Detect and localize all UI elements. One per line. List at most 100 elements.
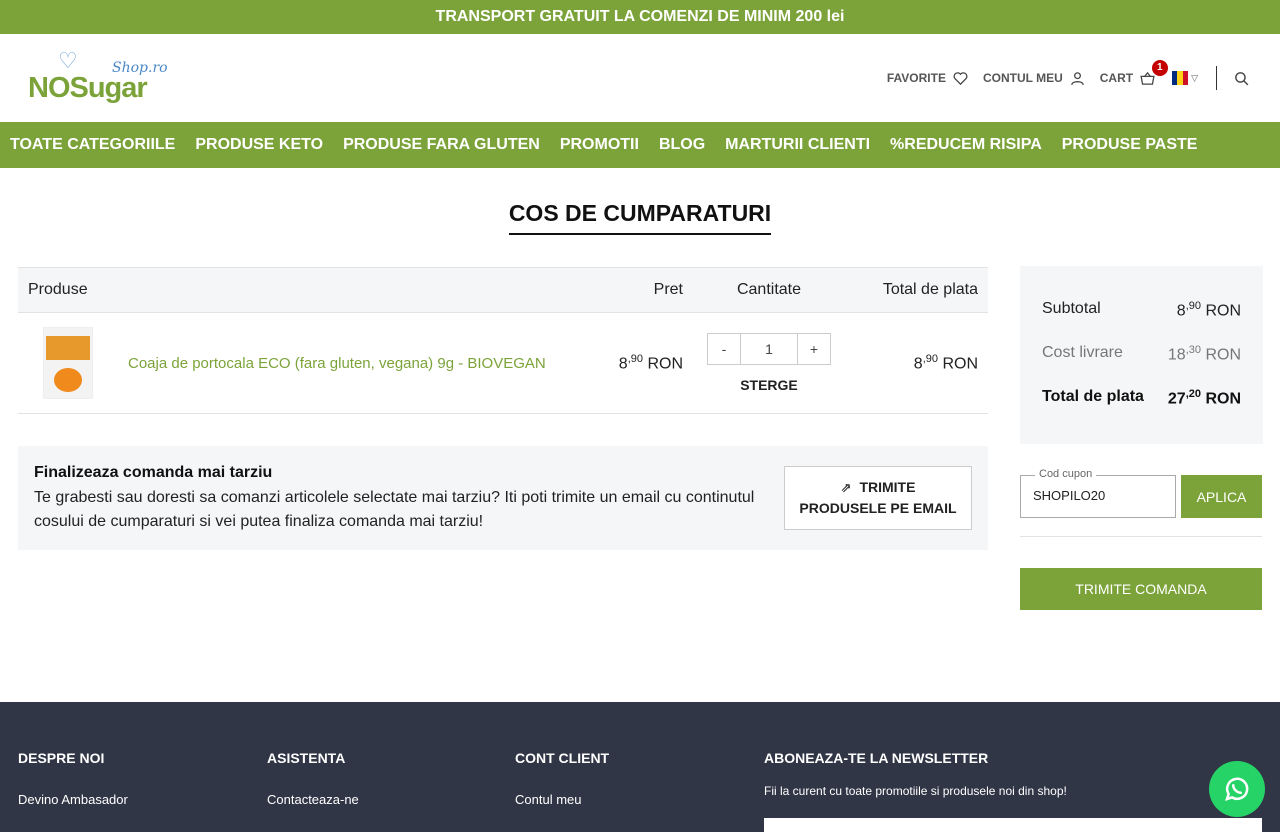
whatsapp-icon [1225, 777, 1249, 801]
promo-banner: TRANSPORT GRATUIT LA COMENZI DE MINIM 20… [0, 0, 1280, 34]
quantity-stepper: - 1 + [707, 333, 831, 365]
shipping-currency: RON [1205, 346, 1241, 364]
footer-col-account: CONT CLIENT Contul meu [515, 750, 609, 825]
cart-label: CART [1099, 71, 1134, 85]
footer-support-title: ASISTENTA [267, 750, 346, 766]
promo-text: TRANSPORT GRATUIT LA COMENZI DE MINIM 20… [435, 8, 845, 25]
footer-col-about: DESPRE NOI Devino Ambasador [18, 750, 128, 825]
increase-button[interactable]: + [798, 334, 830, 364]
total-int: 8 [913, 355, 923, 373]
favorites-label: FAVORITE [886, 71, 946, 85]
apply-coupon-button[interactable]: APLICA [1181, 475, 1262, 518]
finish-later-box: Finalizeaza comanda mai tarziu Te grabes… [18, 446, 988, 550]
coupon-input[interactable] [1033, 488, 1163, 503]
header-divider [1216, 66, 1217, 90]
subtotal-row: Subtotal 8,90 RON [1042, 300, 1241, 320]
newsletter-email-input[interactable] [764, 818, 1262, 838]
order-summary: Subtotal 8,90 RON Cost livrare 18,30 RON… [1020, 266, 1263, 444]
coupon-label: Cod cupon [1035, 468, 1097, 480]
account-link[interactable]: CONTUL MEU [983, 70, 1086, 87]
summary-divider [1020, 536, 1262, 537]
header-quantity: Cantitate [736, 281, 802, 298]
header-total: Total de plata [882, 281, 978, 298]
footer-link-contact[interactable]: Contacteaza-ne [267, 792, 359, 807]
product-name-link[interactable]: Coaja de portocala ECO (fara gluten, veg… [128, 355, 546, 372]
price-int: 8 [618, 355, 628, 373]
nav-item-keto[interactable]: PRODUSE KETO [195, 136, 323, 154]
quantity-cell: - 1 + STERGE [683, 333, 855, 393]
footer-newsletter-title: ABONEAZA-TE LA NEWSLETTER [764, 750, 989, 766]
footer-account-title: CONT CLIENT [515, 750, 610, 766]
nav-item-testimonials[interactable]: MARTURII CLIENTI [725, 136, 870, 154]
nav-item-blog[interactable]: BLOG [659, 136, 705, 154]
subtotal-int: 8 [1176, 302, 1186, 320]
table-row: Coaja de portocala ECO (fara gluten, veg… [18, 313, 988, 414]
grand-total-label: Total de plata [1042, 388, 1144, 405]
remove-item-button[interactable]: STERGE [740, 377, 798, 393]
nav-item-reduce-waste[interactable]: %REDUCEM RISIPA [890, 136, 1042, 154]
page-title-wrap: COS DE CUMPARATURI [0, 200, 1280, 235]
grand-total-int: 27 [1167, 390, 1186, 408]
header-product: Produse [28, 281, 88, 298]
site-footer: DESPRE NOI Devino Ambasador ASISTENTA Co… [0, 702, 1280, 838]
main-nav: TOATE CATEGORIILE PRODUSE KETO PRODUSE F… [0, 122, 1280, 168]
grand-total-value-wrap: 27,20 RON [1168, 388, 1241, 408]
footer-about-title: DESPRE NOI [18, 750, 105, 766]
account-label: CONTUL MEU [982, 71, 1063, 85]
price-dec: ,90 [627, 352, 643, 365]
email-button-line1-wrap: ⇗ TRIMITE [785, 477, 971, 498]
total-dec: ,90 [922, 352, 938, 365]
footer-link-ambassador[interactable]: Devino Ambasador [18, 792, 128, 807]
site-logo[interactable]: ♡ Shop.ro NOSugar [28, 46, 168, 106]
page-title: COS DE CUMPARATURI [508, 200, 772, 235]
logo-heart-icon: ♡ [58, 48, 78, 73]
cart-count-badge: 1 [1151, 59, 1168, 76]
user-icon [1070, 71, 1084, 85]
finish-later-title: Finalizeaza comanda mai tarziu [34, 464, 273, 481]
coupon-field: Cod cupon [1020, 468, 1176, 518]
cart-table: Produse Pret Cantitate Total de plata Co… [18, 267, 988, 414]
decrease-button[interactable]: - [708, 334, 740, 364]
grand-total-currency: RON [1205, 390, 1241, 408]
price-cell: 8,90 RON [578, 353, 683, 373]
submit-order-button[interactable]: TRIMITE COMANDA [1020, 568, 1262, 610]
logo-brand: NOSugar [28, 72, 148, 104]
site-header: ♡ Shop.ro NOSugar FAVORITE CONTUL MEU CA… [0, 34, 1280, 122]
favorites-link[interactable]: FAVORITE [887, 70, 969, 87]
shipping-dec: ,30 [1185, 344, 1201, 356]
email-button-line1: TRIMITE [859, 479, 916, 495]
grand-total-dec: ,20 [1185, 388, 1201, 400]
product-image[interactable] [43, 327, 93, 399]
cart-table-header: Produse Pret Cantitate Total de plata [18, 267, 988, 313]
finish-later-text: Te grabesti sau doresti sa comanzi artic… [34, 489, 755, 530]
total-cell: 8,90 RON [855, 353, 978, 373]
footer-col-newsletter: ABONEAZA-TE LA NEWSLETTER Fii la curent … [764, 750, 1067, 798]
header-price: Pret [653, 281, 683, 298]
total-currency: RON [942, 355, 978, 373]
whatsapp-button[interactable] [1209, 761, 1265, 817]
header-actions: FAVORITE CONTUL MEU CART 1 ▽ [873, 59, 1250, 90]
product-cell: Coaja de portocala ECO (fara gluten, veg… [18, 327, 578, 399]
email-button-line2: PRODUSELE PE EMAIL [799, 500, 957, 516]
send-products-email-button[interactable]: ⇗ TRIMITE PRODUSELE PE EMAIL [784, 466, 972, 530]
share-icon: ⇗ [840, 480, 852, 495]
quantity-input[interactable]: 1 [740, 334, 798, 364]
footer-link-my-account[interactable]: Contul meu [515, 792, 609, 807]
subtotal-label: Subtotal [1042, 300, 1101, 317]
cart-link[interactable]: CART 1 [1099, 59, 1168, 87]
total-row: Total de plata 27,20 RON [1042, 388, 1241, 408]
chevron-down-icon[interactable]: ▽ [1191, 73, 1198, 84]
ro-flag-icon[interactable] [1172, 71, 1189, 85]
shipping-label: Cost livrare [1042, 344, 1123, 361]
shipping-int: 18 [1167, 346, 1186, 364]
nav-item-pasta[interactable]: PRODUSE PASTE [1062, 136, 1198, 154]
orange-icon [54, 368, 82, 392]
search-icon[interactable] [1233, 70, 1250, 87]
nav-item-gluten-free[interactable]: PRODUSE FARA GLUTEN [343, 136, 540, 154]
package-band [46, 336, 90, 360]
newsletter-text: Fii la curent cu toate promotiile si pro… [764, 784, 1067, 798]
subtotal-value-wrap: 8,90 RON [1177, 300, 1241, 320]
nav-item-promotions[interactable]: PROMOTII [560, 136, 639, 154]
nav-item-all-categories[interactable]: TOATE CATEGORIILE [10, 136, 175, 154]
shipping-value-wrap: 18,30 RON [1168, 344, 1241, 364]
